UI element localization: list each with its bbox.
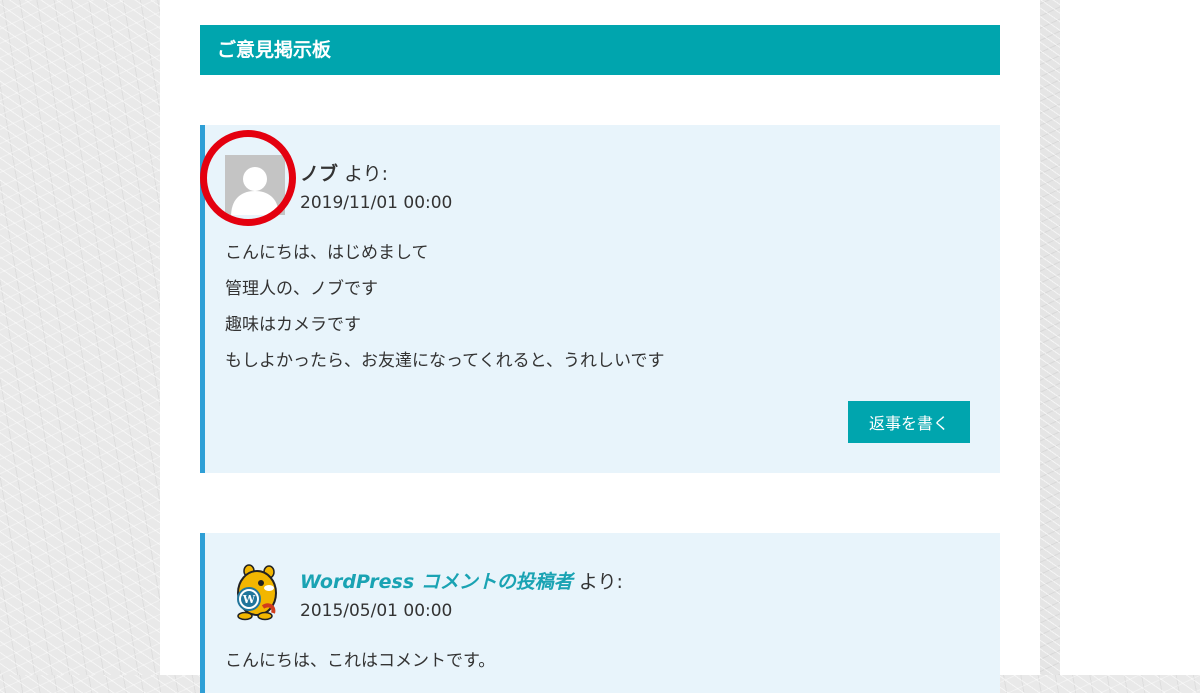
- comment-body: こんにちは、はじめまして 管理人の、ノブです 趣味はカメラです もしよかったら、…: [225, 242, 664, 386]
- comment-date: 2015/05/01 00:00: [300, 601, 453, 621]
- comment-date: 2019/11/01 00:00: [300, 193, 453, 213]
- comment-author-link[interactable]: WordPress コメントの投稿者: [300, 571, 573, 593]
- section-heading: ご意見掲示板: [200, 25, 1000, 75]
- comment-author-line: ノブ より:: [300, 159, 388, 186]
- comment-line: 管理人の、ノブです: [225, 279, 378, 299]
- comment-line: 趣味はカメラです: [225, 315, 361, 335]
- author-suffix: より:: [578, 571, 623, 593]
- comment-item: ノブ より: 2019/11/01 00:00 こんにちは、はじめまして 管理人…: [200, 125, 1000, 473]
- right-margin: [1060, 0, 1200, 675]
- wapuu-mascot-icon: W: [237, 564, 277, 621]
- highlight-circle: [200, 130, 296, 226]
- comment-body: こんにちは、これはコメントです。: [225, 650, 495, 686]
- comment-item: W WordPress コメントの投稿者 より: 2015/05/01 00:0…: [200, 533, 1000, 693]
- comment-line: こんにちは、これはコメントです。: [225, 651, 496, 671]
- reply-button[interactable]: 返事を書く: [848, 401, 970, 443]
- main-content: ご意見掲示板 ノブ より: 2019/11/01 00:00 こんにちは、はじめ…: [160, 0, 1040, 693]
- comment-line: こんにちは、はじめまして: [225, 243, 429, 263]
- comment-author: ノブ: [300, 163, 339, 185]
- svg-text:W: W: [242, 593, 256, 606]
- comment-author-line: WordPress コメントの投稿者 より:: [300, 567, 623, 594]
- background-strip: [1040, 0, 1060, 675]
- comment-line: もしよかったら、お友達になってくれると、うれしいです: [225, 351, 665, 371]
- author-suffix: より:: [344, 163, 389, 185]
- wapuu-avatar-icon: W: [225, 563, 285, 623]
